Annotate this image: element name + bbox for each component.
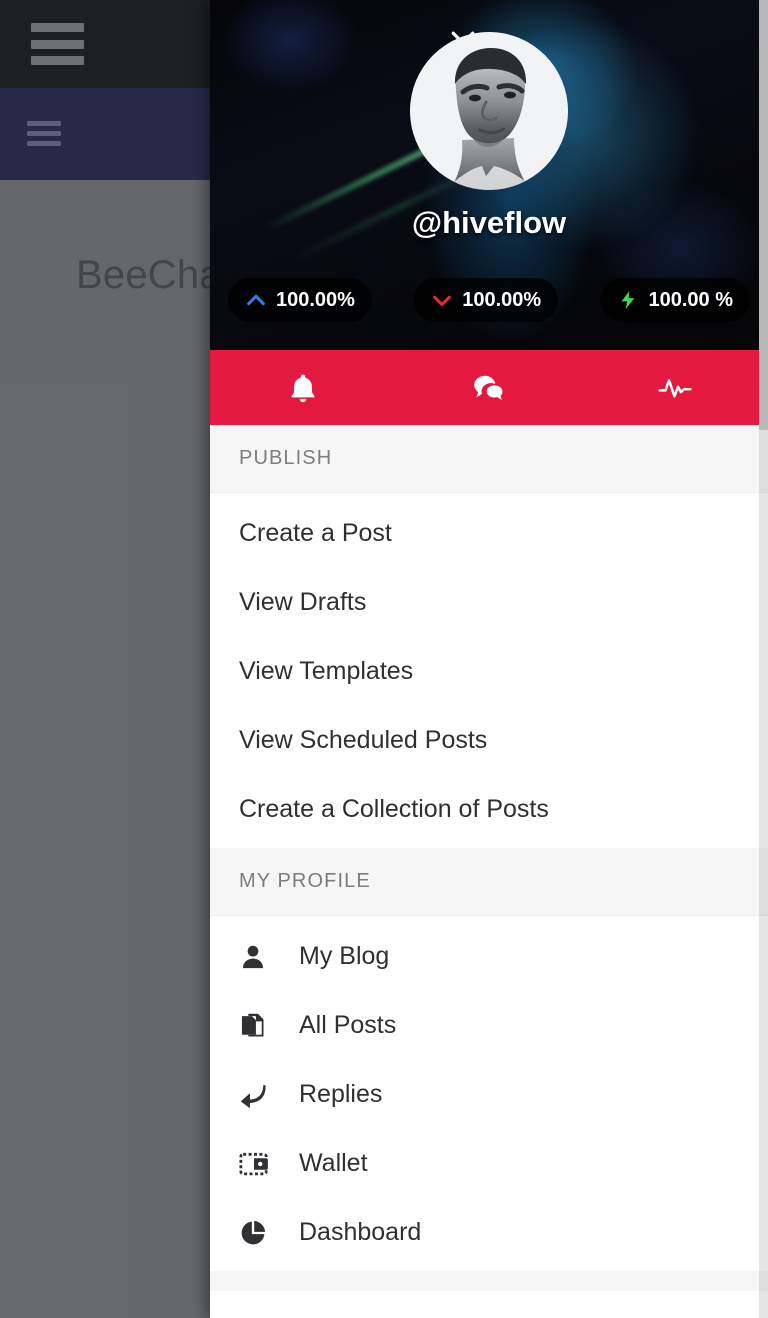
bell-icon — [291, 374, 315, 402]
menu-item-label: Replies — [299, 1080, 383, 1108]
avatar[interactable] — [410, 32, 568, 190]
menu-item-view-drafts[interactable]: View Drafts — [210, 568, 768, 637]
section-header-publish: PUBLISH — [210, 425, 768, 493]
stat-resource-credits-value: 100.00 % — [648, 288, 733, 311]
profile-handle: @hiveflow — [411, 205, 567, 240]
menu-my-profile: My Blog All Posts Replies Wallet Dashboa… — [210, 916, 768, 1271]
lightning-bolt-icon — [622, 290, 635, 310]
menu-item-label: View Scheduled Posts — [239, 726, 488, 754]
pie-chart-icon — [239, 1219, 277, 1247]
menu-item-wallet[interactable]: Wallet — [210, 1129, 768, 1198]
menu-item-view-scheduled-posts[interactable]: View Scheduled Posts — [210, 706, 768, 775]
menu-item-label: Dashboard — [299, 1218, 422, 1246]
menu-item-my-blog[interactable]: My Blog — [210, 922, 768, 991]
chevron-down-icon — [433, 295, 452, 307]
stat-upvote-value: 100.00% — [276, 288, 355, 311]
action-notifications[interactable] — [210, 350, 396, 425]
stat-downvote-value: 100.00% — [462, 288, 542, 311]
action-replies[interactable] — [396, 350, 582, 425]
menu-item-label: View Drafts — [239, 588, 367, 616]
navigation-drawer: @hiveflow 100.00% 100.00% 100.00 % PUBLI… — [210, 0, 768, 1318]
comments-icon — [474, 375, 503, 400]
menu-item-create-a-post[interactable]: Create a Post — [210, 499, 768, 568]
stat-downvote-badge[interactable]: 100.00% — [414, 278, 559, 322]
menu-item-label: Create a Collection of Posts — [239, 795, 549, 823]
app-screen: BeeCha @hiveflow 100.00% 100.00% 100.00 … — [0, 0, 768, 1318]
stat-resource-credits-badge[interactable]: 100.00 % — [600, 278, 750, 322]
wallet-icon — [239, 1151, 277, 1177]
action-activity[interactable] — [582, 350, 768, 425]
reply-arrow-icon — [239, 1081, 277, 1109]
menu-item-dashboard[interactable]: Dashboard — [210, 1198, 768, 1267]
menu-item-label: All Posts — [299, 1011, 397, 1039]
drawer-scrollbar-track[interactable] — [759, 0, 768, 1318]
drawer-scrollbar-thumb[interactable] — [759, 0, 768, 430]
pulse-icon — [658, 378, 692, 398]
profile-stats: 100.00% 100.00% 100.00 % — [228, 278, 750, 322]
profile-banner: @hiveflow 100.00% 100.00% 100.00 % — [210, 0, 768, 350]
menu-item-label: My Blog — [299, 942, 390, 970]
menu-item-label: Wallet — [299, 1149, 368, 1177]
menu-item-replies[interactable]: Replies — [210, 1060, 768, 1129]
chevron-up-icon — [247, 294, 265, 306]
menu-item-label: View Templates — [239, 657, 414, 685]
stat-upvote-badge[interactable]: 100.00% — [228, 278, 372, 322]
section-header-next-partial — [210, 1271, 768, 1291]
section-header-my-profile: MY PROFILE — [210, 848, 768, 916]
menu-item-view-templates[interactable]: View Templates — [210, 637, 768, 706]
menu-item-create-a-collection-of-posts[interactable]: Create a Collection of Posts — [210, 775, 768, 844]
menu-publish: Create a Post View Drafts View Templates… — [210, 493, 768, 848]
documents-icon — [239, 1012, 277, 1040]
quick-action-bar — [210, 350, 768, 425]
menu-item-label: Create a Post — [239, 519, 392, 547]
person-icon — [239, 943, 277, 971]
menu-item-all-posts[interactable]: All Posts — [210, 991, 768, 1060]
